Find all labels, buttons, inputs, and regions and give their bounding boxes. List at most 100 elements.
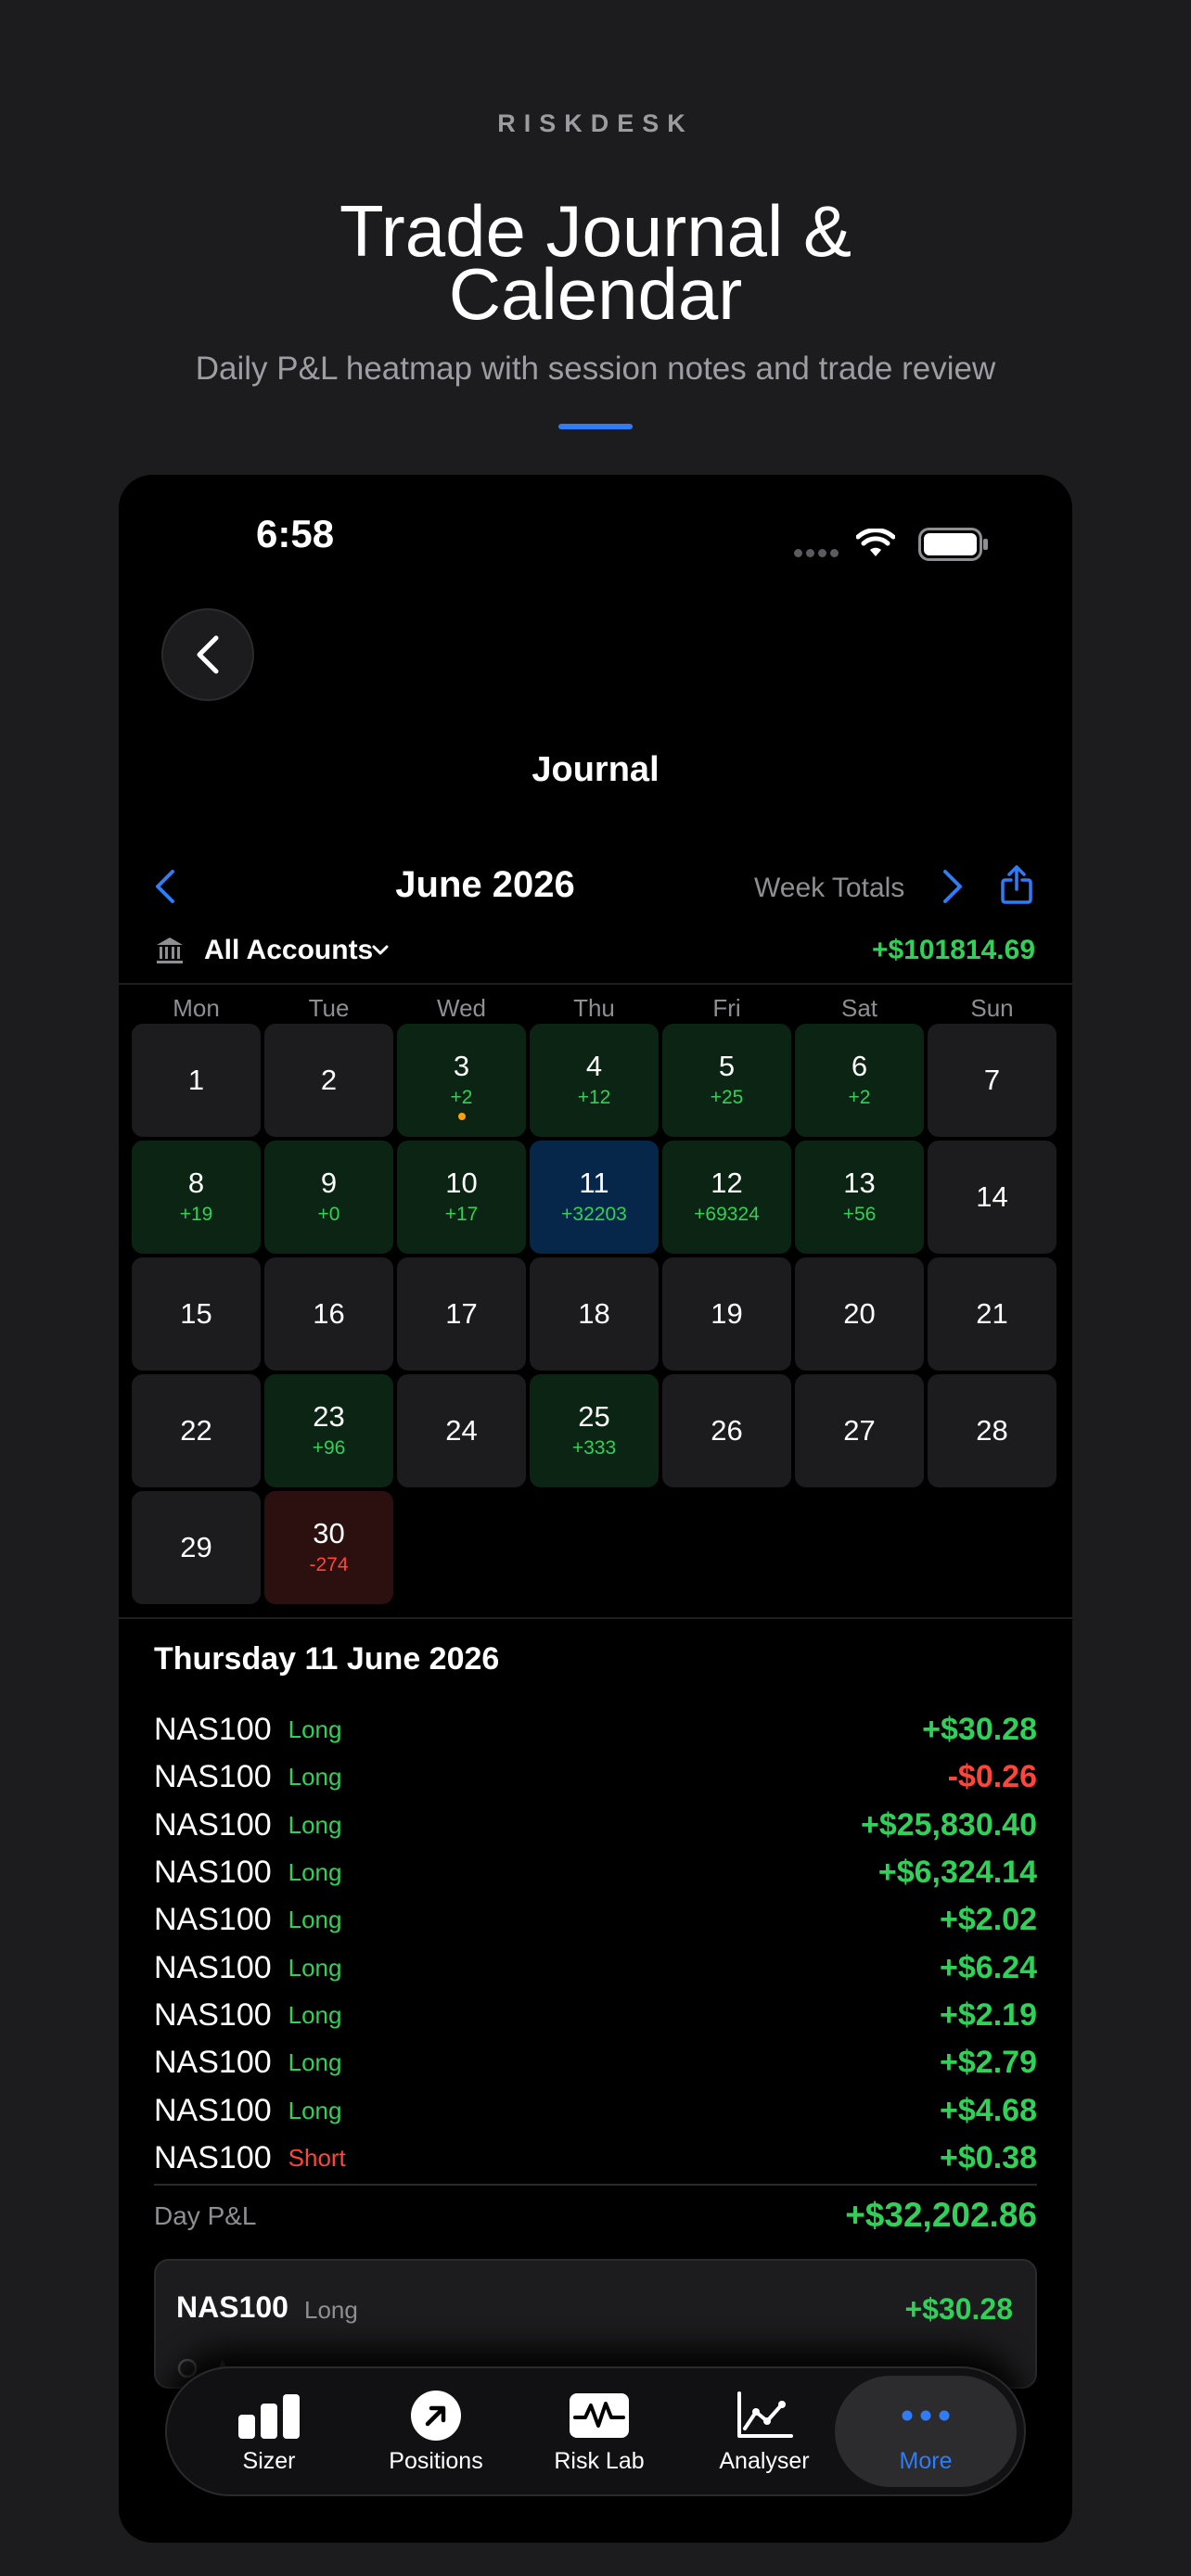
day-number: 18 [578,1297,610,1330]
calendar-day[interactable]: 25 +333 [530,1374,659,1487]
trade-side: Long [288,1953,342,1982]
brand-wordmark: RISKDESK [497,109,694,137]
day-number: 8 [187,1167,205,1199]
calendar-day[interactable]: 29 [132,1491,261,1604]
day-number: 4 [585,1050,603,1082]
calendar-day[interactable]: 24 [397,1374,526,1487]
day-number: 24 [445,1414,478,1447]
day-number: 12 [711,1167,743,1199]
day-pnl: +96 [312,1437,346,1459]
calendar-day[interactable]: 9 +0 [264,1141,393,1254]
day-pnl: +17 [444,1204,479,1225]
trade-card-symbol: NAS100 [176,2290,288,2324]
day-number: 16 [313,1297,345,1330]
month-label: June 2026 [395,864,575,905]
day-number: 15 [180,1297,212,1330]
calendar-day[interactable]: 6 +2 [795,1024,924,1137]
chevron-down-icon[interactable] [371,944,390,957]
weekday-label: Wed [437,994,486,1022]
calendar-day[interactable]: 22 [132,1374,261,1487]
calendar-day[interactable]: 21 [928,1257,1057,1371]
calendar-day[interactable]: 14 [928,1141,1057,1254]
day-pnl: +56 [842,1204,877,1225]
trade-symbol: NAS100 [154,2139,272,2175]
week-totals-toggle[interactable]: Week Totals [754,873,904,904]
calendar-day[interactable]: 23 +96 [264,1374,393,1487]
trade-row[interactable]: NAS100 Long +$25,830.40 [154,1802,1037,1849]
day-number: 22 [180,1414,212,1447]
calendar-day[interactable]: 12 +69324 [662,1141,791,1254]
day-number: 1 [187,1064,205,1096]
calendar-day[interactable]: 15 [132,1257,261,1371]
trade-row[interactable]: NAS100 Long +$2.19 [154,1992,1037,2039]
calendar-day[interactable]: 1 [132,1024,261,1137]
calendar-day[interactable]: 5 +25 [662,1024,791,1137]
trade-row[interactable]: NAS100 Long +$6.24 [154,1944,1037,1991]
calendar-day[interactable]: 19 [662,1257,791,1371]
next-month-button[interactable] [940,868,966,905]
calendar-day[interactable]: 13 +56 [795,1141,924,1254]
calendar-day[interactable]: 10 +17 [397,1141,526,1254]
weekday-label: Tue [308,994,350,1022]
day-number: 9 [320,1167,338,1199]
trade-symbol: NAS100 [154,1902,272,1938]
tab-analyser[interactable]: Analyser [681,2368,848,2494]
day-number: 19 [711,1297,743,1330]
trade-amount: +$30.28 [922,1712,1037,1748]
page-title: Journal [531,750,660,789]
tab-bar: Sizer Positions Risk Lab Analyser More [165,2366,1026,2496]
trade-row[interactable]: NAS100 Long +$6,324.14 [154,1849,1037,1896]
trade-row[interactable]: NAS100 Long +$2.79 [154,2039,1037,2086]
tab-label: Positions [389,2447,483,2474]
calendar-day[interactable]: 8 +19 [132,1141,261,1254]
day-number: 27 [843,1414,876,1447]
phone-screen: 6:58 Journal June 2026 Week Totals All A… [119,475,1072,2543]
trade-side: Long [288,1763,342,1792]
divider [154,2184,1037,2186]
day-number: 17 [445,1297,478,1330]
day-pnl: +2 [450,1087,473,1108]
trade-row[interactable]: NAS100 Long +$4.68 [154,2086,1037,2134]
trade-row[interactable]: NAS100 Long +$30.28 [154,1706,1037,1753]
calendar-grid: 1 2 3 +2 4 +12 5 +25 6 +2 7 8 +19 9 +0 10 +17 11 +32203 12 +… [132,1024,1057,1604]
account-selector[interactable]: All Accounts [204,935,373,966]
trade-row[interactable]: NAS100 Long +$2.02 [154,1896,1037,1944]
day-pnl: +25 [710,1087,744,1108]
calendar-day[interactable]: 20 [795,1257,924,1371]
bank-icon [157,937,183,963]
weekday-label: Mon [173,994,220,1022]
previous-month-button[interactable] [152,868,178,905]
trade-row[interactable]: NAS100 Long -$0.26 [154,1753,1037,1801]
calendar-day[interactable]: 30 -274 [264,1491,393,1604]
calendar-day[interactable]: 27 [795,1374,924,1487]
calendar-day[interactable]: 26 [662,1374,791,1487]
weekday-label: Sun [970,994,1014,1022]
trade-row[interactable]: NAS100 Short +$0.38 [154,2135,1037,2182]
tab-sizer[interactable]: Sizer [186,2368,352,2494]
calendar-day[interactable]: 7 [928,1024,1057,1137]
calendar-day[interactable]: 16 [264,1257,393,1371]
calendar-day[interactable]: 3 +2 [397,1024,526,1137]
trade-symbol: NAS100 [154,2045,272,2081]
share-icon[interactable] [1000,864,1033,905]
calendar-day[interactable]: 28 [928,1374,1057,1487]
trade-amount: +$2.02 [940,1902,1037,1938]
wifi-icon [856,529,895,556]
trade-symbol: NAS100 [154,1759,272,1795]
trade-side: Short [288,2143,346,2172]
tab-more[interactable]: More [835,2376,1017,2487]
back-button[interactable] [161,608,254,701]
calendar-day[interactable]: 2 [264,1024,393,1137]
trade-card-amount: +$30.28 [904,2292,1013,2326]
calendar-day[interactable]: 4 +12 [530,1024,659,1137]
tab-risk-lab[interactable]: Risk Lab [516,2368,683,2494]
trade-side: Long [288,1906,342,1934]
calendar-day[interactable]: 17 [397,1257,526,1371]
selected-day-heading: Thursday 11 June 2026 [154,1641,500,1677]
calendar-day[interactable]: 18 [530,1257,659,1371]
calendar-day[interactable]: 11 +32203 [530,1141,659,1254]
trade-symbol: NAS100 [154,1806,272,1843]
tab-positions[interactable]: Positions [352,2368,519,2494]
status-time: 6:58 [256,512,335,555]
day-number: 23 [313,1400,345,1433]
